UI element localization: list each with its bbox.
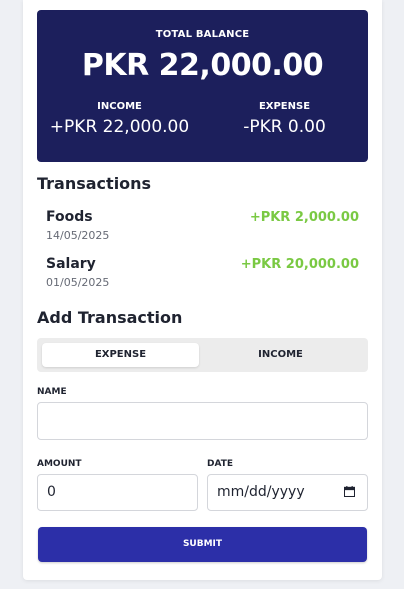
income-summary: INCOME +PKR 22,000.00 <box>37 101 202 137</box>
date-field-label: DATE <box>207 459 234 469</box>
transaction-date: 01/05/2025 <box>46 276 110 289</box>
transaction-row[interactable]: Foods 14/05/2025 +PKR 2,000.00 <box>46 209 359 249</box>
transaction-amount: +PKR 2,000.00 <box>249 210 359 225</box>
balance-summary-card: TOTAL BALANCE PKR 22,000.00 INCOME +PKR … <box>37 10 368 162</box>
name-field-label: NAME <box>37 387 67 397</box>
name-input[interactable] <box>37 402 368 440</box>
date-placeholder: mm/dd/yyyy <box>217 484 305 500</box>
expense-value: -PKR 0.00 <box>243 117 326 137</box>
income-value: +PKR 22,000.00 <box>49 117 190 137</box>
transactions-heading: Transactions <box>37 174 152 193</box>
transaction-amount: +PKR 20,000.00 <box>240 257 359 272</box>
tab-expense[interactable]: EXPENSE <box>42 343 199 367</box>
expense-label: EXPENSE <box>258 101 311 112</box>
amount-field-label: AMOUNT <box>37 459 82 469</box>
transaction-row[interactable]: Salary 01/05/2025 +PKR 20,000.00 <box>46 256 359 296</box>
expense-summary: EXPENSE -PKR 0.00 <box>202 101 367 137</box>
tab-income[interactable]: INCOME <box>202 343 359 367</box>
income-label: INCOME <box>97 101 142 112</box>
add-transaction-heading: Add Transaction <box>37 308 183 327</box>
total-balance-label: TOTAL BALANCE <box>155 29 250 40</box>
transaction-name: Foods <box>46 209 93 225</box>
total-balance-value: PKR 22,000.00 <box>81 48 324 83</box>
amount-input[interactable]: 0 <box>37 474 198 511</box>
date-input[interactable]: mm/dd/yyyy <box>207 474 368 511</box>
calendar-icon[interactable] <box>344 486 355 497</box>
type-toggle: EXPENSE INCOME <box>37 338 368 372</box>
submit-button[interactable]: SUBMIT <box>38 527 367 562</box>
transaction-name: Salary <box>46 256 96 272</box>
transaction-date: 14/05/2025 <box>46 229 110 242</box>
